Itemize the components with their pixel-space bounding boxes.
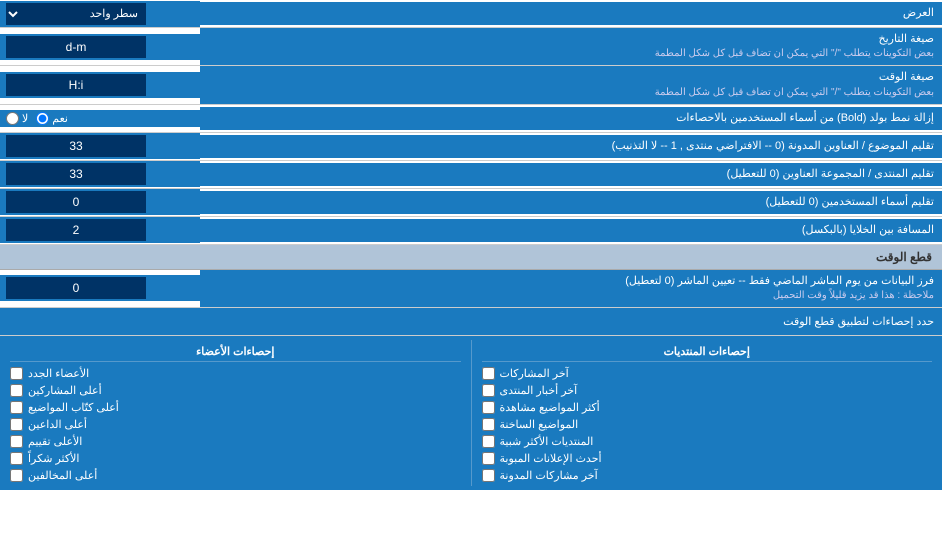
checkbox-top-violators[interactable] [10,469,23,482]
trim-titles-label: تقليم الموضوع / العناوين المدونة (0 -- ا… [200,135,942,158]
cell-spacing-input[interactable] [6,219,146,241]
cell-spacing-label: المسافة بين الخلايا (بالبكسل) [200,219,942,242]
checkbox-item: المواضيع الساخنة [482,416,933,433]
checkbox-item: المنتديات الأكثر شبية [482,433,933,450]
checkbox-item: آخر المشاركات [482,365,933,382]
checkbox-item: أعلى كتّاب المواضيع [10,399,461,416]
checkbox-item: آخر أخبار المنتدى [482,382,933,399]
apply-row: حدد إحصاءات لتطبيق قطع الوقت [0,308,942,336]
trim-titles-input[interactable] [6,135,146,157]
member-stats-header: إحصاءات الأعضاء [10,342,461,362]
trim-usernames-input[interactable] [6,191,146,213]
trim-forum-input[interactable] [6,163,146,185]
cutoff-label: فرز البيانات من يوم الماشر الماضي فقط --… [200,270,942,307]
checkbox-top-rated[interactable] [10,435,23,448]
cell-spacing-input-cell [0,217,200,243]
trim-usernames-input-cell [0,189,200,215]
checkbox-item: أعلى المشاركين [10,382,461,399]
date-format-input-cell [0,34,200,60]
date-format-label: صيغة التاريخ بعض التكوينات يتطلب "/" الت… [200,28,942,65]
radio-no[interactable] [6,112,19,125]
trim-forum-label: تقليم المنتدى / المجموعة العناوين (0 للت… [200,163,942,186]
checkbox-hot-topics[interactable] [482,418,495,431]
time-format-label: صيغة الوقت بعض التكوينات يتطلب "/" التي … [200,66,942,103]
header-dropdown-cell: سطر واحد [0,1,200,27]
time-format-input[interactable] [6,74,146,96]
apply-label: حدد إحصاءات لتطبيق قطع الوقت [0,311,942,332]
checkboxes-section: إحصاءات المنتديات آخر المشاركات آخر أخبا… [0,336,942,490]
checkbox-popular-forums[interactable] [482,435,495,448]
checkbox-item: الأكثر شكراً [10,450,461,467]
cutoff-input[interactable] [6,277,146,299]
trim-titles-input-cell [0,133,200,159]
checkbox-item: الأعضاء الجدد [10,365,461,382]
header-title: العرض [200,2,942,25]
trim-usernames-label: تقليم أسماء المستخدمين (0 للتعطيل) [200,191,942,214]
bold-remove-radio-cell: نعم لا [0,110,200,127]
bold-remove-label: إزالة نمط بولد (Bold) من أسماء المستخدمي… [200,107,942,130]
time-format-input-cell [0,72,200,98]
forum-stats-header: إحصاءات المنتديات [482,342,933,362]
checkbox-top-topic-writers[interactable] [10,401,23,414]
checkbox-item: آخر مشاركات المدونة [482,467,933,484]
checkbox-item: أعلى المخالفين [10,467,461,484]
checkbox-latest-classified[interactable] [482,452,495,465]
checkbox-top-referrers[interactable] [10,418,23,431]
checkbox-new-members[interactable] [10,367,23,380]
checkbox-item: أحدث الإعلانات المبوبة [482,450,933,467]
checkbox-item: أعلى الداعين [10,416,461,433]
radio-yes[interactable] [36,112,49,125]
trim-forum-input-cell [0,161,200,187]
checkbox-blog-posts[interactable] [482,469,495,482]
checkbox-item: أكثر المواضيع مشاهدة [482,399,933,416]
cutoff-input-cell [0,275,200,301]
radio-no-label: لا [6,112,28,125]
checkbox-item: الأعلى تقييم [10,433,461,450]
date-format-input[interactable] [6,36,146,58]
checkbox-most-thanked[interactable] [10,452,23,465]
radio-yes-label: نعم [36,112,68,125]
checkbox-top-posters[interactable] [10,384,23,397]
member-stats-column: إحصاءات الأعضاء الأعضاء الجدد أعلى المشا… [0,340,471,486]
checkbox-akhir-musharakat[interactable] [482,367,495,380]
checkbox-akthar-mawadee3[interactable] [482,401,495,414]
display-dropdown[interactable]: سطر واحد [6,3,146,25]
checkbox-akhbar-montada[interactable] [482,384,495,397]
cutoff-section-header: قطع الوقت [0,245,942,270]
forum-stats-column: إحصاءات المنتديات آخر المشاركات آخر أخبا… [471,340,942,486]
